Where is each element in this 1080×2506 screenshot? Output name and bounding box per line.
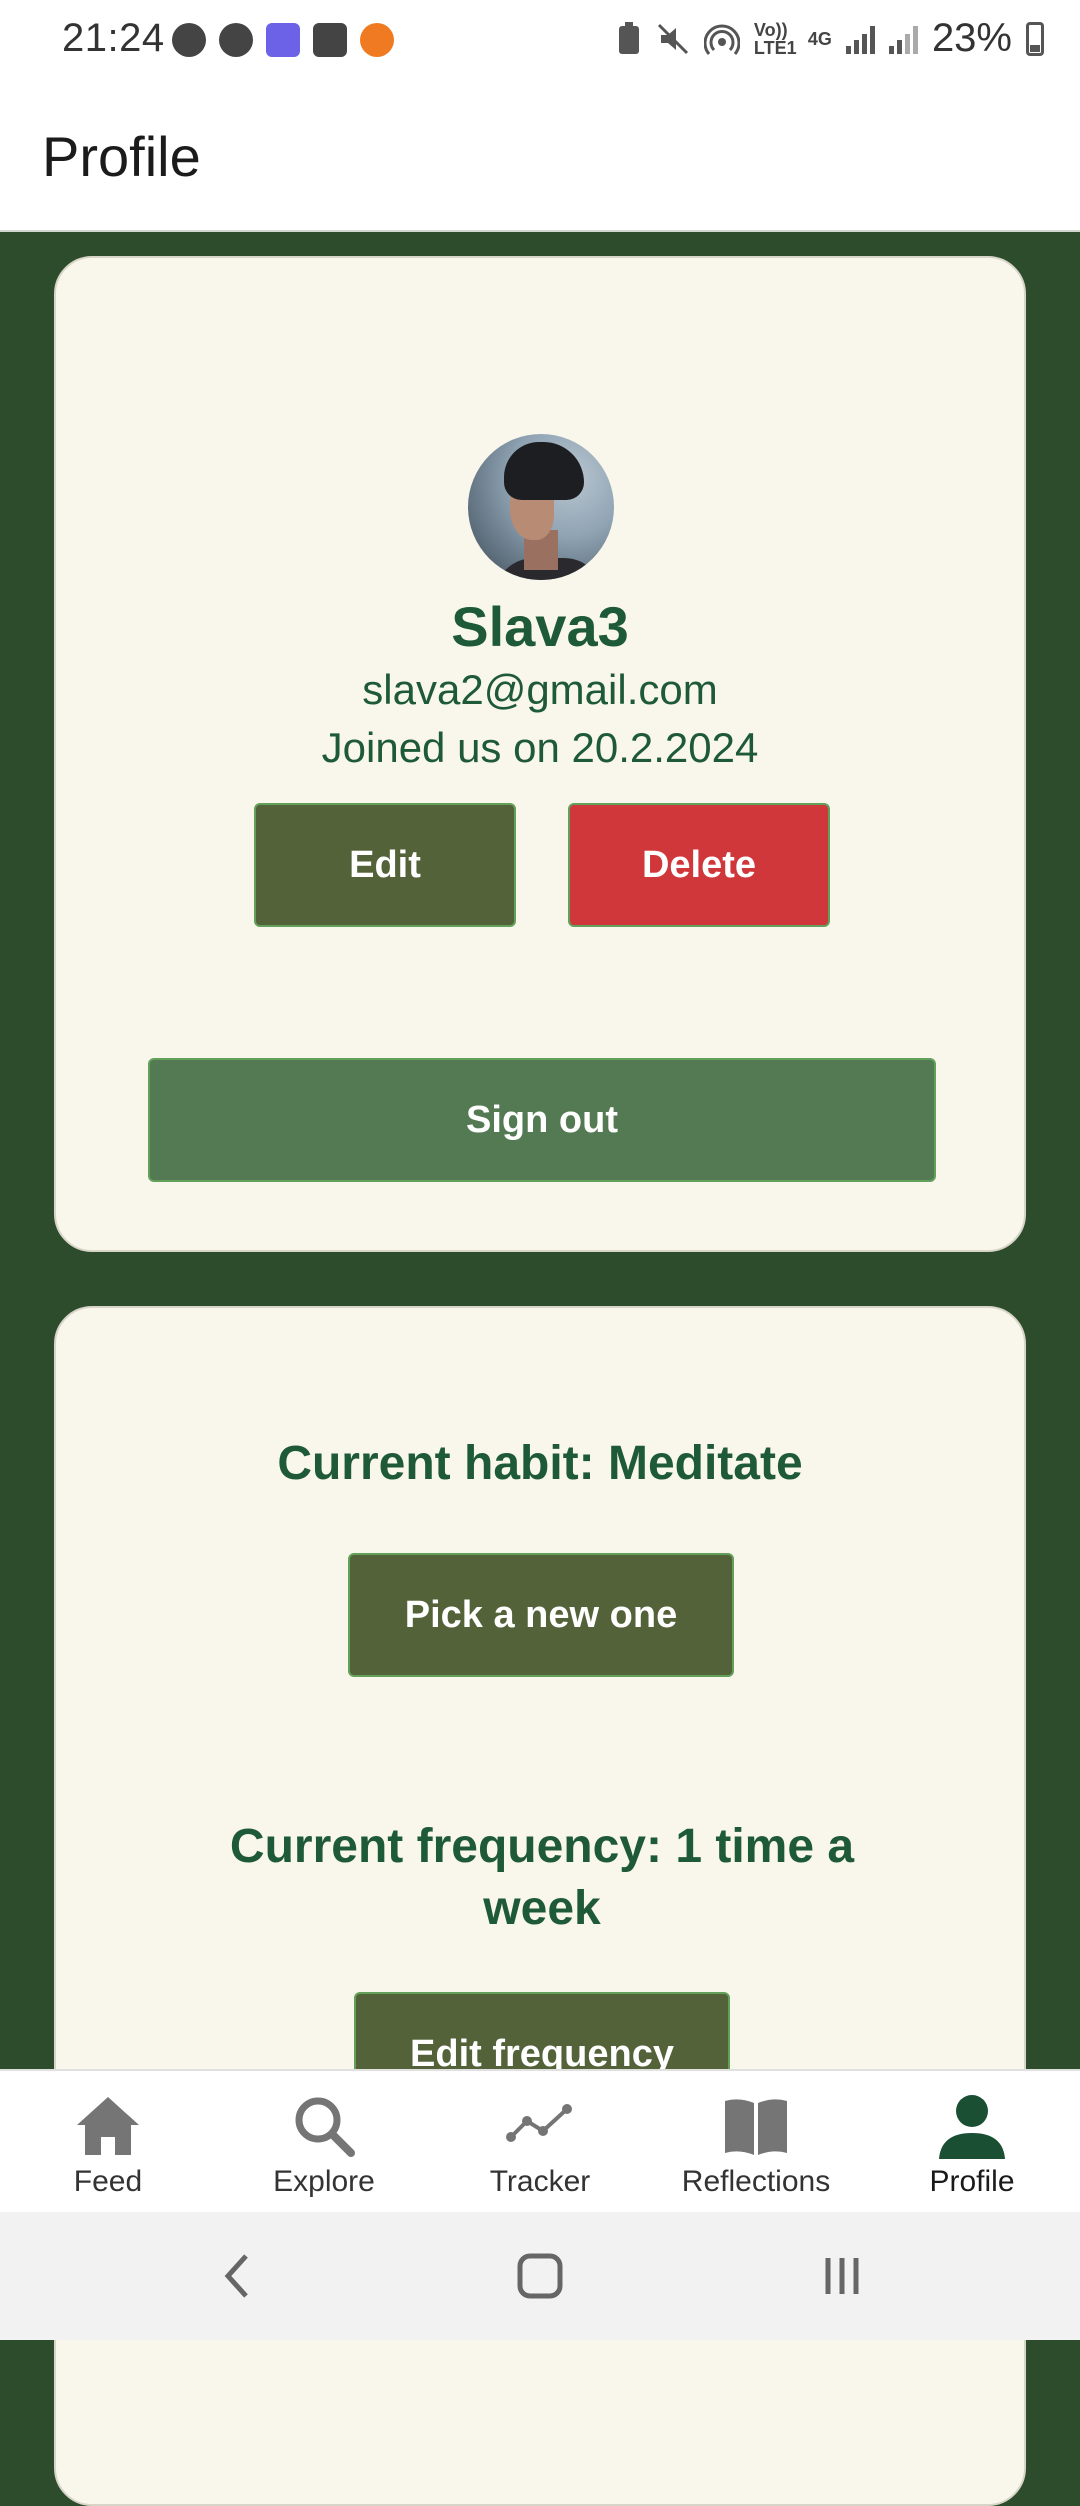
nav-item-explore[interactable]: Explore: [216, 2071, 432, 2214]
status-time: 21:24: [62, 16, 165, 60]
profile-card: Slava3 slava2@gmail.com Joined us on 20.…: [54, 256, 1026, 1252]
nav-item-profile[interactable]: Profile: [864, 2071, 1080, 2214]
notification-icons: [172, 23, 394, 57]
app-a-icon: [219, 23, 253, 57]
mute-icon: [657, 23, 688, 54]
volte-label: Vo)) LTE1: [753, 19, 797, 58]
orange-app-icon: [360, 23, 394, 57]
avatar: [468, 434, 614, 580]
joined-date: Joined us on 20.2.2024: [321, 724, 759, 771]
signal-roaming-icon: [888, 24, 918, 54]
status-bar: 21:24 Vo)) LTE1 4G 23%: [0, 0, 1080, 82]
back-icon[interactable]: [206, 2244, 270, 2308]
signal-icon: [845, 24, 875, 54]
gallery-icon: [313, 23, 347, 57]
profile-name: Slava3: [451, 595, 629, 658]
current-frequency: Current frequency: 1 time a week: [229, 1820, 855, 1935]
nav-label-tracker: Tracker: [489, 2165, 591, 2198]
battery-icon: [1026, 21, 1044, 56]
smiley-icon: [172, 23, 206, 57]
nav-item-reflections[interactable]: Reflections: [648, 2071, 864, 2214]
network-type: 4G: [807, 28, 832, 49]
nav-item-feed[interactable]: Feed: [0, 2071, 216, 2214]
nav-label-reflections: Reflections: [681, 2165, 831, 2198]
battery-percentage: 23%: [931, 16, 1012, 60]
nav-label-feed: Feed: [73, 2165, 143, 2198]
sign-out-button[interactable]: Sign out: [148, 1058, 936, 1182]
profile-email: slava2@gmail.com: [362, 666, 718, 713]
home-icon: [77, 2097, 139, 2155]
battery-saver-icon: [618, 21, 639, 54]
person-icon: [939, 2095, 1005, 2159]
chart-line-icon: [506, 2104, 572, 2142]
edit-button[interactable]: Edit: [254, 803, 516, 927]
app-bar: Profile: [0, 82, 1080, 232]
nav-item-tracker[interactable]: Tracker: [432, 2071, 648, 2214]
pick-new-habit-button[interactable]: Pick a new one: [348, 1553, 734, 1677]
search-icon: [295, 2097, 355, 2157]
home-button-icon[interactable]: [508, 2244, 572, 2308]
status-right: Vo)) LTE1 4G 23%: [616, 16, 1044, 61]
delete-button[interactable]: Delete: [568, 803, 830, 927]
bottom-nav: Feed Explore Tracker Reflections Profile: [0, 2069, 1080, 2214]
system-nav-bar: [0, 2212, 1080, 2340]
list-app-icon: [266, 23, 300, 57]
book-icon: [725, 2099, 787, 2155]
page-title: Profile: [42, 125, 201, 188]
hotspot-icon: [703, 24, 740, 55]
nav-label-profile: Profile: [929, 2165, 1015, 2198]
nav-label-explore: Explore: [273, 2165, 375, 2198]
current-habit: Current habit: Meditate: [277, 1437, 803, 1490]
recents-icon[interactable]: [810, 2244, 874, 2308]
